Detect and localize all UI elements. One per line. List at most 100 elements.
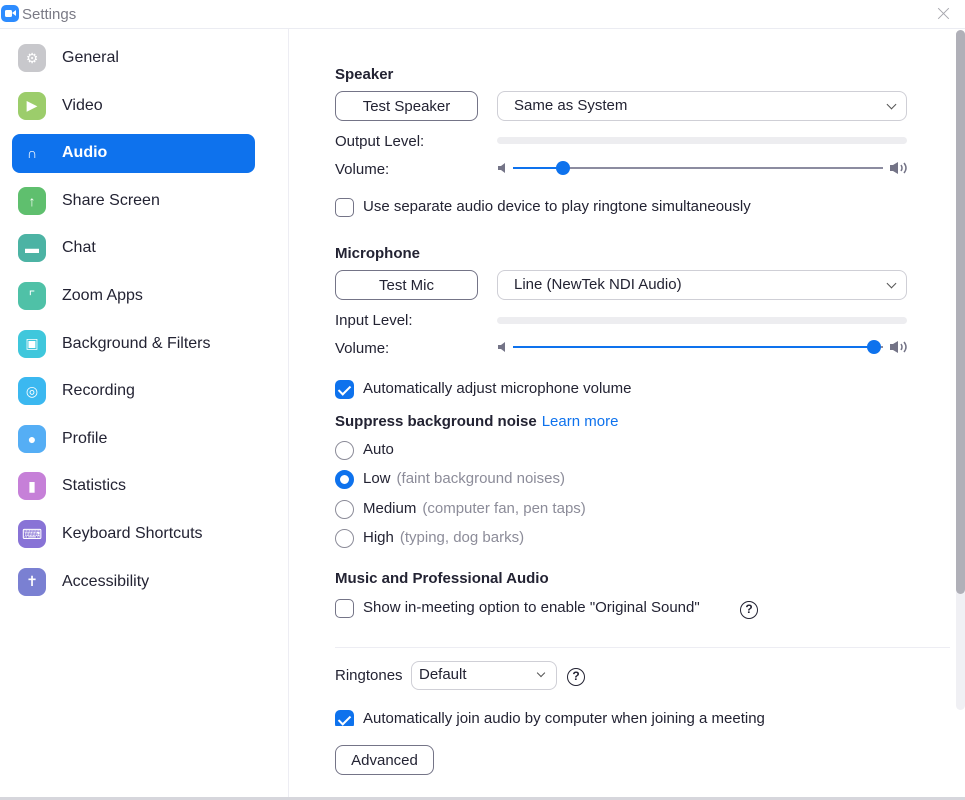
radio-button[interactable] (335, 470, 354, 490)
sidebar-item-label: General (62, 49, 119, 66)
sidebar-item-label: Share Screen (62, 191, 160, 209)
video-camera-icon-glyph: ▶ (26, 97, 38, 114)
sidebar-item-background-filters[interactable]: ▣ Background & Filters (12, 325, 255, 364)
close-icon[interactable] (934, 4, 954, 24)
share-screen-icon: ↑ (18, 186, 46, 215)
checkbox-label: Automatically adjust microphone volume (363, 380, 632, 397)
zoom-apps-icon-glyph: ⌜ (28, 287, 36, 304)
checkbox[interactable] (335, 710, 354, 726)
video-camera-icon: ▶ (18, 91, 46, 120)
sidebar-item-label: Profile (62, 429, 108, 447)
sidebar-item-general[interactable]: ⚙ General (12, 39, 255, 78)
radio-label: Low (faint background noises) (363, 470, 565, 487)
sidebar-item-statistics[interactable]: ▮ Statistics (12, 467, 255, 506)
checkbox[interactable] (335, 599, 354, 618)
speaker-high-icon (890, 162, 907, 174)
gear-icon-glyph: ⚙ (25, 49, 39, 66)
ringtones-help-icon[interactable]: ? (567, 668, 585, 686)
zoom-camera-icon (1, 5, 19, 22)
auto-join-audio-checkbox[interactable]: Automatically join audio by computer whe… (335, 709, 815, 726)
slider-thumb[interactable] (555, 161, 570, 175)
speaker-high-icon (890, 341, 907, 353)
original-sound-checkbox[interactable]: Show in-meeting option to enable "Origin… (335, 598, 735, 620)
accessibility-person-icon-glyph: ✝ (26, 573, 38, 590)
headphones-icon: ∩ (18, 139, 46, 167)
speaker-volume-slider[interactable] (497, 158, 909, 178)
original-sound-help-icon[interactable]: ? (740, 601, 758, 619)
advanced-button[interactable]: Advanced (335, 745, 434, 775)
input-level-bar (497, 317, 907, 324)
keyboard-icon-glyph: ⌨ (21, 525, 43, 542)
profile-person-icon-glyph: ● (27, 430, 37, 447)
noise-option-high[interactable]: High (typing, dog barks) (335, 528, 635, 550)
sidebar-item-profile[interactable]: ● Profile (12, 420, 255, 459)
mic-volume-label: Volume: (335, 340, 390, 357)
sidebar-item-zoom-apps[interactable]: ⌜ Zoom Apps (12, 277, 255, 316)
sidebar-item-label: Audio (62, 144, 108, 162)
bar-chart-icon: ▮ (18, 472, 46, 501)
slider-track (513, 340, 883, 354)
auto-adjust-mic-checkbox[interactable]: Automatically adjust microphone volume (335, 379, 675, 401)
microphone-device-value: Line (NewTek NDI Audio) (514, 276, 682, 293)
separate-ringtone-device-checkbox[interactable]: Use separate audio device to play ringto… (335, 197, 795, 219)
learn-more-link[interactable]: Learn more (542, 413, 619, 430)
background-person-icon-glyph: ▣ (25, 335, 39, 352)
content-scrollbar[interactable] (956, 30, 965, 710)
speaker-low-icon (498, 342, 505, 352)
microphone-device-select[interactable]: Line (NewTek NDI Audio) (497, 270, 907, 300)
sidebar-item-label: Background & Filters (62, 334, 211, 352)
sidebar-item-audio[interactable]: ∩ Audio (12, 134, 255, 174)
output-level-bar (497, 137, 907, 144)
radio-label: High (typing, dog barks) (363, 529, 524, 546)
speaker-low-icon (498, 163, 505, 173)
radio-label-text: Auto (363, 441, 394, 458)
speaker-volume-label: Volume: (335, 161, 390, 178)
radio-button[interactable] (335, 499, 354, 519)
radio-label-text: Low (363, 470, 391, 488)
checkbox[interactable] (335, 198, 354, 217)
sidebar-item-video[interactable]: ▶ Video (12, 87, 255, 126)
sidebar-item-accessibility[interactable]: ✝ Accessibility (12, 563, 255, 602)
sidebar-item-chat[interactable]: ▬ Chat (12, 229, 255, 268)
noise-option-low[interactable]: Low (faint background noises) (335, 469, 635, 491)
noise-suppression-label: Suppress background noise (335, 413, 537, 430)
sidebar-item-label: Statistics (62, 477, 127, 495)
radio-hint: (computer fan, pen taps) (422, 499, 586, 517)
checkbox-label: Automatically join audio by computer whe… (363, 710, 765, 726)
test-speaker-button[interactable]: Test Speaker (335, 91, 478, 121)
sidebar-item-label: Chat (62, 239, 96, 257)
accessibility-person-icon: ✝ (18, 567, 46, 596)
radio-label: Auto (363, 441, 400, 458)
audio-settings-panel: Speaker Test Speaker Same as System Outp… (290, 29, 956, 726)
speaker-device-value: Same as System (514, 97, 628, 114)
gear-icon: ⚙ (18, 44, 46, 72)
sidebar-item-label: Keyboard Shortcuts (62, 525, 203, 542)
sidebar-item-recording[interactable]: ◎ Recording (12, 372, 255, 411)
chat-bubble-icon-glyph: ▬ (25, 240, 39, 257)
keyboard-icon: ⌨ (18, 520, 46, 548)
microphone-section-title: Microphone (335, 245, 420, 262)
test-mic-button[interactable]: Test Mic (335, 270, 478, 300)
sidebar-item-label: Recording (62, 382, 135, 400)
noise-option-medium[interactable]: Medium (computer fan, pen taps) (335, 499, 635, 521)
ringtones-select[interactable]: Default (411, 661, 557, 690)
speaker-device-select[interactable]: Same as System (497, 91, 907, 121)
radio-button[interactable] (335, 528, 354, 548)
radio-label-text: Medium (363, 499, 417, 517)
scrollbar-thumb[interactable] (956, 30, 965, 595)
headphones-icon-glyph: ∩ (26, 145, 38, 162)
sidebar-item-keyboard-shortcuts[interactable]: ⌨ Keyboard Shortcuts (12, 515, 255, 554)
sidebar-item-label: Accessibility (62, 572, 150, 590)
chat-bubble-icon: ▬ (18, 234, 46, 263)
music-audio-title: Music and Professional Audio (335, 570, 549, 587)
chevron-down-icon (886, 99, 897, 110)
checkbox[interactable] (335, 380, 354, 399)
mic-volume-slider[interactable] (497, 337, 909, 357)
radio-button[interactable] (335, 441, 354, 460)
noise-option-auto[interactable]: Auto (335, 440, 635, 462)
sidebar-item-share-screen[interactable]: ↑ Share Screen (12, 182, 255, 221)
slider-track (513, 161, 883, 175)
radio-label-text: High (363, 528, 394, 546)
slider-thumb[interactable] (866, 340, 881, 354)
slider-fill (513, 346, 874, 348)
